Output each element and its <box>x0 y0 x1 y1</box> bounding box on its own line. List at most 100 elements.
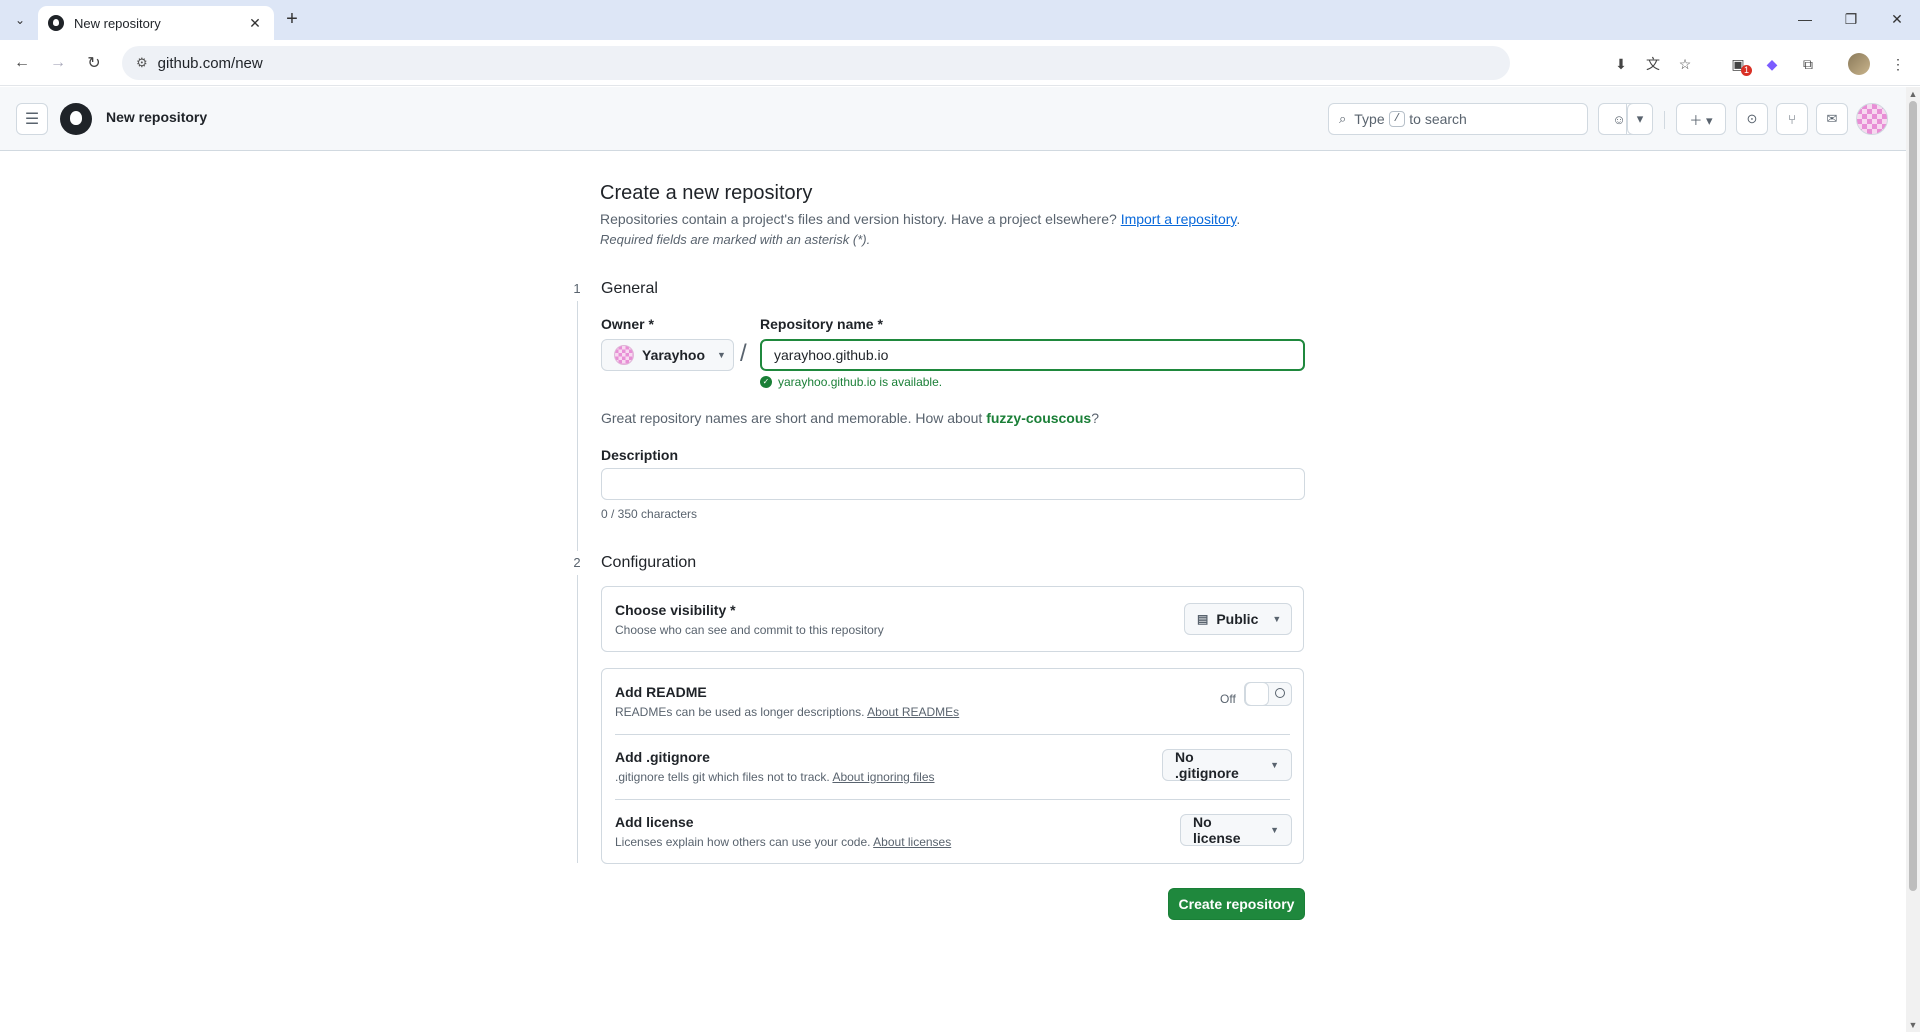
gitignore-desc: .gitignore tells git which files not to … <box>615 770 935 784</box>
search-icon: ⌕ <box>1339 111 1347 126</box>
address-bar[interactable]: ⚙ github.com/new <box>122 46 1510 80</box>
gitignore-value: No .gitignore <box>1175 749 1239 781</box>
window-close-icon[interactable]: ✕ <box>1882 6 1912 32</box>
visibility-desc: Choose who can see and commit to this re… <box>615 623 884 637</box>
license-caret-down-icon: ▼ <box>1270 825 1279 835</box>
license-row: Add license Licenses explain how others … <box>602 799 1303 864</box>
header-divider <box>1664 111 1665 129</box>
github-logo-icon[interactable] <box>60 103 92 135</box>
availability-message: ✓ yarayhoo.github.io is available. <box>760 375 942 389</box>
browser-tab-active[interactable]: New repository ✕ <box>38 6 274 40</box>
extensions-puzzle-icon[interactable]: ⧉ <box>1796 52 1820 76</box>
toggle-knob <box>1245 682 1269 706</box>
visibility-value: Public <box>1216 611 1259 627</box>
visibility-caret-down-icon: ▼ <box>1272 614 1282 624</box>
header-context-title: New repository <box>106 109 208 125</box>
gitignore-caret-down-icon: ▼ <box>1270 760 1279 770</box>
translate-icon[interactable]: 文 <box>1643 54 1663 74</box>
copilot-dropdown-caret-icon[interactable]: ▾ <box>1627 103 1653 135</box>
owner-value: Yarayhoo <box>642 347 706 363</box>
suggested-name-link[interactable]: fuzzy-couscous <box>986 410 1091 426</box>
suggestion-suffix: ? <box>1091 410 1099 426</box>
about-ignoring-files-link[interactable]: About ignoring files <box>832 770 934 784</box>
page-scrollbar[interactable]: ▲ ▼ <box>1906 87 1920 1032</box>
search-shortcut-key: / <box>1388 111 1406 127</box>
owner-caret-down-icon: ▼ <box>717 350 726 360</box>
extension-ai-icon[interactable]: ◆ <box>1760 52 1784 76</box>
reload-icon[interactable]: ↻ <box>80 49 108 77</box>
section-title-general: General <box>601 280 658 297</box>
page-subtitle: Repositories contain a project's files a… <box>600 211 1240 227</box>
back-arrow-icon[interactable]: ← <box>8 49 36 77</box>
import-repository-link[interactable]: Import a repository <box>1121 211 1237 227</box>
inbox-icon: ✉ <box>1826 111 1838 126</box>
create-repository-button[interactable]: Create repository <box>1168 888 1305 920</box>
scroll-down-icon[interactable]: ▼ <box>1908 1020 1918 1030</box>
inbox-button[interactable]: ✉ <box>1816 103 1848 135</box>
scroll-thumb[interactable] <box>1909 101 1917 891</box>
bookmark-star-icon[interactable]: ☆ <box>1675 54 1695 74</box>
visibility-box: Choose visibility * Choose who can see a… <box>601 586 1304 652</box>
owner-avatar <box>614 345 634 365</box>
browser-menu-icon[interactable]: ⋮ <box>1886 52 1910 76</box>
site-info-icon[interactable]: ⚙ <box>136 55 148 71</box>
git-pull-request-icon: ⑂ <box>1788 111 1796 127</box>
pull-requests-button[interactable]: ⑂ <box>1776 103 1808 135</box>
gitignore-row: Add .gitignore .gitignore tells git whic… <box>602 734 1303 799</box>
owner-dropdown[interactable]: Yarayhoo ▼ <box>601 339 734 371</box>
copilot-icon: ☺ <box>1612 111 1626 127</box>
search-input[interactable]: ⌕ Type / to search <box>1328 103 1588 135</box>
plus-icon: ＋ ▾ <box>1689 112 1713 128</box>
description-label: Description <box>601 447 679 463</box>
extension-notify-icon[interactable]: ▣ 1 <box>1726 52 1752 76</box>
github-header: ☰ New repository ⌕ Type / to search ☺ ▾ … <box>0 87 1906 151</box>
issues-button[interactable]: ⊙ <box>1736 103 1768 135</box>
gitignore-desc-text: .gitignore tells git which files not to … <box>615 770 830 784</box>
readme-title: Add README <box>615 684 707 700</box>
step-number-configuration: 2 <box>565 551 589 575</box>
hamburger-menu-icon[interactable]: ☰ <box>16 103 48 135</box>
availability-text: yarayhoo.github.io is available. <box>778 375 943 389</box>
restore-icon[interactable]: ❐ <box>1836 6 1866 32</box>
subtitle-period: . <box>1236 211 1241 227</box>
minimize-icon[interactable]: — <box>1790 6 1820 32</box>
repo-options-box: Add README READMEs can be used as longer… <box>601 668 1304 864</box>
install-app-icon[interactable]: ⬇ <box>1611 54 1631 74</box>
repo-name-label: Repository name * <box>760 316 883 332</box>
browser-profile-avatar[interactable] <box>1848 53 1870 75</box>
gitignore-dropdown[interactable]: No .gitignore ▼ <box>1162 749 1292 781</box>
scroll-up-icon[interactable]: ▲ <box>1908 89 1918 99</box>
license-desc: Licenses explain how others can use your… <box>615 835 951 849</box>
browser-toolbar: ← → ↻ ⚙ github.com/new ⬇ 文 ☆ ▣ 1 ◆ ⧉ ⋮ <box>0 40 1920 86</box>
description-char-count: 0 / 350 characters <box>601 507 698 521</box>
readme-desc: READMEs can be used as longer descriptio… <box>615 705 959 719</box>
readme-row: Add README READMEs can be used as longer… <box>602 669 1303 734</box>
description-input[interactable] <box>601 468 1305 500</box>
tab-close-icon[interactable]: ✕ <box>246 15 264 32</box>
new-tab-plus-icon[interactable]: + <box>280 8 304 32</box>
about-readmes-link[interactable]: About READMEs <box>867 705 959 719</box>
readme-toggle[interactable] <box>1244 682 1292 706</box>
owner-repo-separator: / <box>740 340 747 367</box>
gitignore-title: Add .gitignore <box>615 749 710 765</box>
tab-search-chevron-icon[interactable]: ⌄ <box>8 8 32 32</box>
visibility-title: Choose visibility * <box>615 602 736 618</box>
forward-arrow-icon[interactable]: → <box>44 49 72 77</box>
license-dropdown[interactable]: No license ▼ <box>1180 814 1292 846</box>
owner-label: Owner * <box>601 316 654 332</box>
visibility-dropdown[interactable]: ▤ Public ▼ <box>1184 603 1292 635</box>
create-new-button[interactable]: ＋ ▾ <box>1676 103 1726 135</box>
address-url: github.com/new <box>157 54 263 72</box>
repository-name-input[interactable] <box>760 339 1305 371</box>
name-suggestion: Great repository names are short and mem… <box>601 410 1099 426</box>
search-prefix: Type <box>1354 111 1385 127</box>
readme-desc-text: READMEs can be used as longer descriptio… <box>615 705 865 719</box>
about-licenses-link[interactable]: About licenses <box>873 835 951 849</box>
step-number-general: 1 <box>565 277 589 301</box>
search-suffix: to search <box>1409 111 1467 127</box>
section-title-configuration: Configuration <box>601 554 697 571</box>
license-value: No license <box>1193 814 1241 846</box>
user-avatar[interactable] <box>1856 103 1888 135</box>
extension-badge: 1 <box>1740 65 1752 76</box>
page-title: Create a new repository <box>600 182 813 204</box>
